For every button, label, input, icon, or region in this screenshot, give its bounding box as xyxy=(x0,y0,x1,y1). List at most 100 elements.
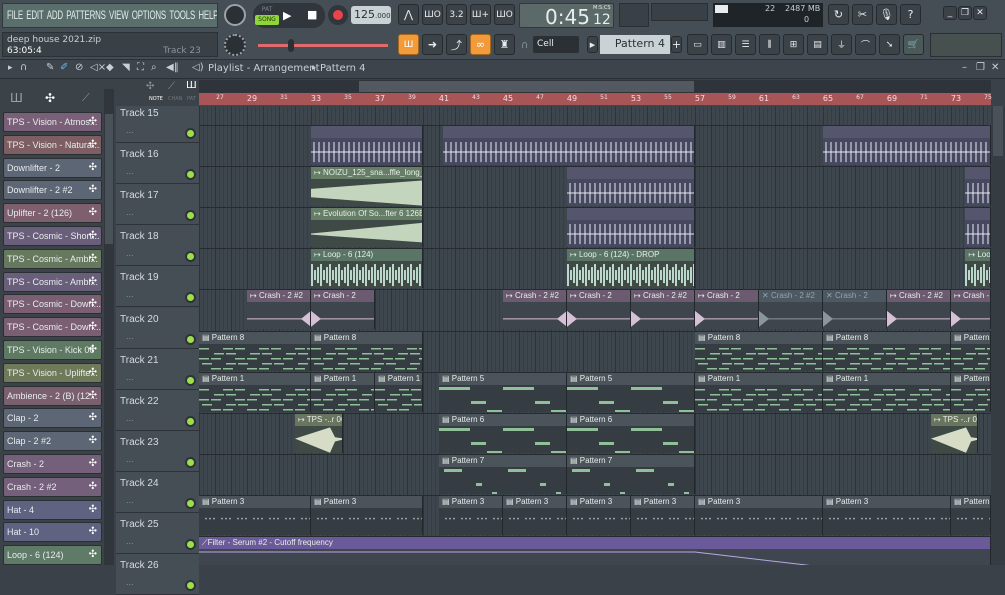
menu-view[interactable]: VIEW xyxy=(109,8,129,22)
track-options-dots[interactable]: ... xyxy=(126,414,134,423)
playlist-clip[interactable] xyxy=(965,167,991,207)
refresh-icon[interactable]: ↻ xyxy=(828,4,849,25)
browser-item[interactable]: Downlifter - 2 #2 ✣ xyxy=(3,180,102,201)
tab-note[interactable]: NOTE xyxy=(149,96,163,102)
playlist-clip[interactable] xyxy=(823,126,991,166)
track-header[interactable]: Track 16... xyxy=(116,143,199,185)
playlist-clip[interactable]: ▤ Pattern 3 xyxy=(631,495,695,535)
cut-tools-icon[interactable]: ✂ xyxy=(852,4,873,25)
playlist-clip[interactable]: ▤ Pattern 8 xyxy=(951,331,991,371)
slice-tool-icon[interactable]: ◥ xyxy=(122,62,130,73)
track-header[interactable]: Track 19... xyxy=(116,266,199,308)
step-edit-icon[interactable]: Ш+ xyxy=(470,4,491,25)
track-header[interactable]: Track 15... xyxy=(116,102,199,143)
playlist-clip[interactable]: ⟋Filter - Serum #2 - Cutoff frequency xyxy=(199,537,991,565)
track-options-dots[interactable]: ... xyxy=(126,332,134,341)
playlist-vertical-scrollbar[interactable] xyxy=(991,106,1005,565)
track-mute-led[interactable] xyxy=(187,130,194,137)
track-mute-led[interactable] xyxy=(187,376,194,384)
browser-item[interactable]: Hat - 4 ✣ xyxy=(3,499,102,520)
snap-selector[interactable]: Cell xyxy=(533,36,579,53)
slip-tool-icon[interactable]: ◆ xyxy=(106,62,114,73)
playlist-clip[interactable]: ▤ Pattern 7 xyxy=(567,454,695,494)
track-mute-led[interactable] xyxy=(187,458,194,466)
tips-icon[interactable]: ➘ xyxy=(879,34,900,55)
playlist-clip[interactable]: ▤ Pattern 3 xyxy=(439,495,503,535)
playlist-clip[interactable]: ↦ Crash - 2 #2 xyxy=(247,290,311,330)
playlist-clip[interactable]: ↦ Loop - 6 (124) - DROP xyxy=(567,249,695,289)
playlist-clip[interactable]: ↦ Crash - 2 #2 xyxy=(887,290,951,330)
playlist-clip[interactable]: ▤ Pattern 8 xyxy=(823,331,951,371)
playlist-clip[interactable]: ▤ Pattern 3 xyxy=(951,495,991,535)
track-options-dots[interactable]: ... xyxy=(126,537,134,546)
playlist-clip[interactable]: ▤ Pattern 8 xyxy=(199,331,311,371)
playlist-clip[interactable]: ▤ Pattern 3 xyxy=(567,495,631,535)
track-mute-led[interactable] xyxy=(187,253,194,261)
track-header[interactable]: Track 24... xyxy=(116,471,199,513)
playlist-clip[interactable]: ↦ Crash - 2 #2 xyxy=(503,290,567,330)
track-mute-led[interactable] xyxy=(187,294,194,302)
menu-tools[interactable]: TOOLS xyxy=(169,8,195,22)
track-options-dots[interactable]: ... xyxy=(126,290,134,299)
browser-item[interactable]: TPS - Cosmic - Short... ✣ xyxy=(3,226,102,246)
time-display[interactable]: 0:45 12 M:S:CS xyxy=(519,3,614,29)
track-header[interactable]: Track 22... xyxy=(116,389,199,431)
playlist-clip[interactable]: ▤ Pattern 8 xyxy=(311,331,423,371)
browser-item[interactable]: TPS - Cosmic - Down... ✣ xyxy=(3,317,102,338)
playlist-clip[interactable]: ↦ TPS -..r 06 xyxy=(931,413,979,453)
track-options-dots[interactable]: ... xyxy=(126,249,134,258)
track-mute-led[interactable] xyxy=(187,417,194,425)
plugin-icon[interactable]: ⏚ xyxy=(831,34,852,55)
playlist-clip[interactable]: ↦ NOIZU_125_sna...ffle_long_05 xyxy=(311,167,423,207)
menu-options[interactable]: OPTIONS xyxy=(132,8,166,22)
track-mute-led[interactable] xyxy=(187,335,194,343)
playlist-clip[interactable]: ✕ Crash - 2 xyxy=(823,290,887,330)
playlist-clip[interactable]: ↦ Crash - 2 xyxy=(695,290,759,330)
browser-item[interactable]: TPS - Vision - Natura... ✣ xyxy=(3,134,102,155)
playlist-clip[interactable]: ▤ Pattern 1 xyxy=(695,372,823,412)
browser-item[interactable]: Hat - 10 ✣ xyxy=(3,522,102,543)
pattern-selector[interactable]: Pattern 4 xyxy=(600,35,670,54)
minimize-icon[interactable]: _ xyxy=(943,6,957,20)
pat-mode-toggle[interactable]: PAT xyxy=(255,5,279,15)
channel-rack-icon[interactable]: ☰ xyxy=(735,34,756,55)
browser-item[interactable]: Ambience - 2 (B) (12... ✣ xyxy=(3,385,102,406)
track-header[interactable]: Track 23... xyxy=(116,430,199,472)
tempo-display[interactable]: 125.000 xyxy=(351,6,391,24)
record-button[interactable] xyxy=(328,5,348,25)
playlist-clip[interactable]: ▤ Pattern 3 xyxy=(311,495,423,535)
link-icon[interactable]: ∞ xyxy=(470,34,491,55)
arrow-icon[interactable]: ➜ xyxy=(422,34,443,55)
draw-tool-icon[interactable]: ✎ xyxy=(46,62,54,73)
browser-item[interactable]: TPS - Cosmic - Ambi... ✣ xyxy=(3,248,102,269)
magnet-snap-icon[interactable]: ∩ xyxy=(20,62,27,73)
curve-icon[interactable]: ⤴ xyxy=(446,34,467,55)
track-mute-led[interactable] xyxy=(187,171,194,179)
playlist-clip[interactable]: ▤ Pattern 6 xyxy=(567,413,695,453)
playlist-clip[interactable]: ▤ Pattern 1 xyxy=(823,372,951,412)
playlist-clip[interactable]: ▤ Pattern 7 xyxy=(439,454,567,494)
browser-tab-all-icon[interactable]: Ш xyxy=(10,91,23,105)
playlist-clip[interactable]: ▤ Pattern 1 xyxy=(199,372,311,412)
track-options-dots[interactable]: ... xyxy=(126,373,134,382)
timeline-ruler[interactable]: 27 29 31 33 35 37 39 41 43 45 47 49 51 53 55 57 59 61 63 65… xyxy=(199,93,992,106)
playlist-icon[interactable]: ▭ xyxy=(687,34,708,55)
track-options-dots[interactable]: ... xyxy=(126,167,134,176)
playlist-clip[interactable]: ▤ Pattern 3 xyxy=(199,495,311,535)
playlist-clip[interactable]: ↦ Loop..24) xyxy=(965,249,991,289)
vertical-scroll-thumb[interactable] xyxy=(993,106,1003,156)
close-icon[interactable]: ✕ xyxy=(973,6,987,20)
playlist-clip[interactable]: ▤ Pattern 3 xyxy=(823,495,951,535)
playlist-menu-arrow-icon[interactable]: ▸ xyxy=(8,63,13,73)
track-options-dots[interactable]: ... xyxy=(126,208,134,217)
microphone-icon[interactable]: 🎙 xyxy=(876,4,897,25)
track-options-dots[interactable]: ... xyxy=(126,496,134,505)
playlist-grid[interactable]: ↦ NOIZU_125_sna...ffle_long_05↦ Evolutio… xyxy=(199,106,991,565)
metronome-icon[interactable]: ⋀ xyxy=(398,4,419,25)
piano-roll-icon[interactable]: ▥ xyxy=(711,34,732,55)
playlist-clip[interactable] xyxy=(567,208,695,248)
browser-item[interactable]: Downlifter - 2 ✣ xyxy=(3,157,102,178)
playlist-clip[interactable]: ↦ Loop - 6 (124) xyxy=(311,249,423,289)
playlist-clip[interactable]: ↦ Evolution Of So...fter 6 126BPM xyxy=(311,208,423,248)
shop-icon[interactable]: 🛒 xyxy=(903,34,924,55)
